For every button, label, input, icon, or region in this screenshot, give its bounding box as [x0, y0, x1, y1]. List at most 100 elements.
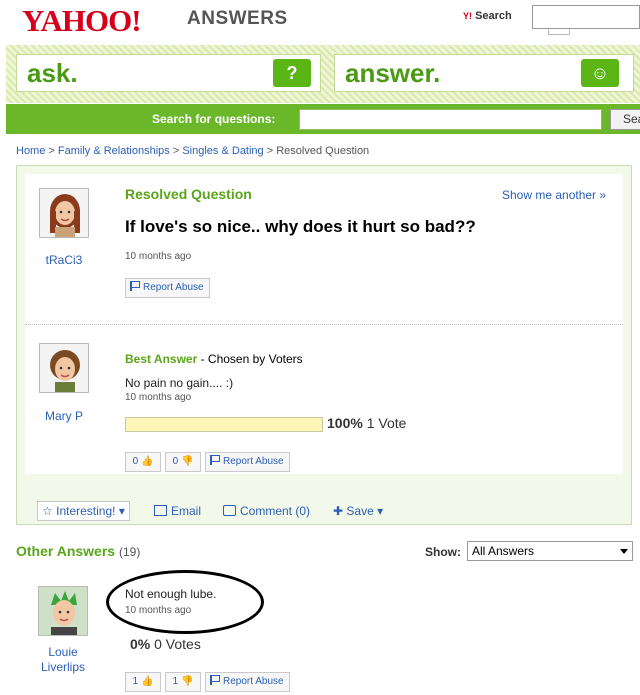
dropdown-arrow-icon [620, 549, 628, 554]
vote-bar-fill [126, 418, 322, 431]
yahoo-mini-icon: Y! [463, 11, 472, 21]
asker-avatar[interactable] [39, 188, 89, 238]
star-icon: ☆ [42, 504, 53, 518]
ask-button[interactable]: ask. ? [16, 54, 321, 92]
breadcrumb-family[interactable]: Family & Relationships [58, 145, 170, 157]
comment-button[interactable]: Comment (0) [223, 504, 310, 518]
thumbs-up-icon: 👍 [140, 676, 154, 687]
header: YAHOO! ANSWERS Y! Search [0, 0, 640, 40]
show-filter-value: All Answers [472, 544, 535, 558]
thumbs-down-button[interactable]: 0 👎 [165, 452, 201, 472]
author-line-2: Liverlips [40, 660, 85, 674]
other-answer-text: Not enough lube. [125, 587, 217, 601]
flag-icon [210, 675, 220, 685]
female-avatar-icon [40, 344, 88, 392]
chevron-down-icon: ▾ [377, 504, 384, 518]
breadcrumb-singles[interactable]: Singles & Dating [182, 145, 263, 157]
other-answers-heading: Other Answers (19) [16, 543, 140, 559]
other-answer-author[interactable]: Louie Liverlips [28, 645, 98, 675]
thumbs-down-icon: 👎 [180, 456, 194, 467]
answer-button[interactable]: answer. ☺ [334, 54, 634, 92]
yahoo-logo[interactable]: YAHOO! [22, 3, 142, 39]
thumbs-up-count: 0 [132, 456, 139, 467]
comment-label: Comment (0) [240, 504, 311, 518]
breadcrumb-current: Resolved Question [276, 145, 370, 157]
question-search-bar: Search for questions: Search [6, 104, 640, 134]
thumbs-up-button[interactable]: 1 👍 [125, 672, 161, 692]
breadcrumb-separator: > [172, 145, 180, 157]
breadcrumb: Home > Family & Relationships > Singles … [16, 145, 369, 157]
top-search-label[interactable]: Y! Search [463, 10, 512, 22]
hand-drawn-circle-annotation [106, 570, 264, 634]
divider [25, 324, 623, 325]
question-actions: ☆ Interesting! ▾ Email Comment (0) ✚ Sav… [17, 500, 631, 524]
chevron-down-icon: ▾ [118, 504, 125, 518]
best-answer-text: No pain no gain.... :) [125, 376, 234, 390]
report-abuse-question-button[interactable]: Report Abuse [125, 278, 210, 298]
best-answer-timestamp: 10 months ago [125, 392, 192, 403]
best-answer-heading: Best Answer - Chosen by Voters [125, 352, 303, 366]
yahoo-logo-text: YAHOO! [22, 3, 142, 38]
interesting-button[interactable]: ☆ Interesting! ▾ [37, 501, 130, 521]
question-content: tRaCi3 Resolved Question Show me another… [25, 174, 623, 474]
email-label: Email [171, 504, 202, 518]
vote-count: 0 Votes [150, 636, 201, 652]
vote-bar [125, 417, 323, 432]
thumbs-down-button[interactable]: 1 👎 [165, 672, 201, 692]
show-filter-select[interactable]: All Answers [467, 541, 633, 561]
author-line-1: Louie [48, 645, 78, 659]
save-label: Save [346, 504, 374, 518]
report-label: Report Abuse [143, 282, 204, 293]
comment-icon [223, 505, 236, 516]
plus-icon: ✚ [333, 504, 344, 518]
report-abuse-other-answer-button[interactable]: Report Abuse [205, 672, 290, 692]
breadcrumb-separator: > [266, 145, 274, 157]
question-mark-icon: ? [273, 59, 311, 87]
male-avatar-icon [39, 587, 87, 635]
thumbs-down-count: 0 [172, 456, 179, 467]
interesting-label: Interesting! [56, 504, 116, 518]
report-label: Report Abuse [223, 676, 284, 687]
thumbs-up-button[interactable]: 0 👍 [125, 452, 161, 472]
chosen-by-label: - Chosen by Voters [197, 352, 303, 366]
vote-percent: 0% [130, 636, 151, 652]
female-avatar-icon [40, 189, 88, 237]
question-text: If love's so nice.. why does it hurt so … [125, 217, 476, 236]
vote-percent: 100% [327, 415, 363, 431]
top-search-text: Search [475, 10, 512, 22]
top-search-input[interactable] [532, 5, 640, 29]
top-search-dropdown-tab[interactable] [548, 29, 570, 35]
resolved-question-heading: Resolved Question [125, 186, 252, 202]
question-search-button[interactable]: Search [610, 109, 640, 130]
email-button[interactable]: Email [154, 504, 201, 518]
smiley-icon: ☺ [581, 59, 619, 87]
asker-name[interactable]: tRaCi3 [39, 253, 89, 267]
ask-answer-band: ask. ? answer. ☺ [6, 45, 640, 103]
other-answer-vote-result: 0% 0 Votes [130, 636, 201, 652]
other-answers-count: (19) [118, 545, 141, 559]
save-button[interactable]: ✚ Save ▾ [333, 504, 383, 518]
other-answers-label: Other Answers [16, 543, 116, 559]
best-answer-label: Best Answer [125, 352, 198, 366]
question-search-input[interactable] [299, 109, 602, 130]
ask-label: ask. [27, 58, 78, 88]
other-answer-avatar[interactable] [38, 586, 88, 636]
show-me-another-link[interactable]: Show me another » [502, 188, 606, 202]
question-timestamp: 10 months ago [125, 251, 192, 262]
thumbs-up-count: 1 [132, 676, 139, 687]
best-answer-avatar[interactable] [39, 343, 89, 393]
flag-icon [130, 281, 140, 291]
flag-icon [210, 455, 220, 465]
answer-label: answer. [345, 58, 441, 88]
thumbs-down-count: 1 [172, 676, 179, 687]
report-abuse-answer-button[interactable]: Report Abuse [205, 452, 290, 472]
vote-count: 1 Vote [362, 415, 407, 431]
section-title: ANSWERS [187, 8, 288, 29]
envelope-icon [154, 505, 167, 516]
thumbs-down-icon: 👎 [180, 676, 194, 687]
breadcrumb-home[interactable]: Home [16, 145, 45, 157]
other-answer-timestamp: 10 months ago [125, 605, 192, 616]
best-answer-author[interactable]: Mary P [39, 409, 89, 423]
question-search-label: Search for questions: [152, 112, 276, 126]
vote-result: 100% 1 Vote [327, 415, 406, 431]
